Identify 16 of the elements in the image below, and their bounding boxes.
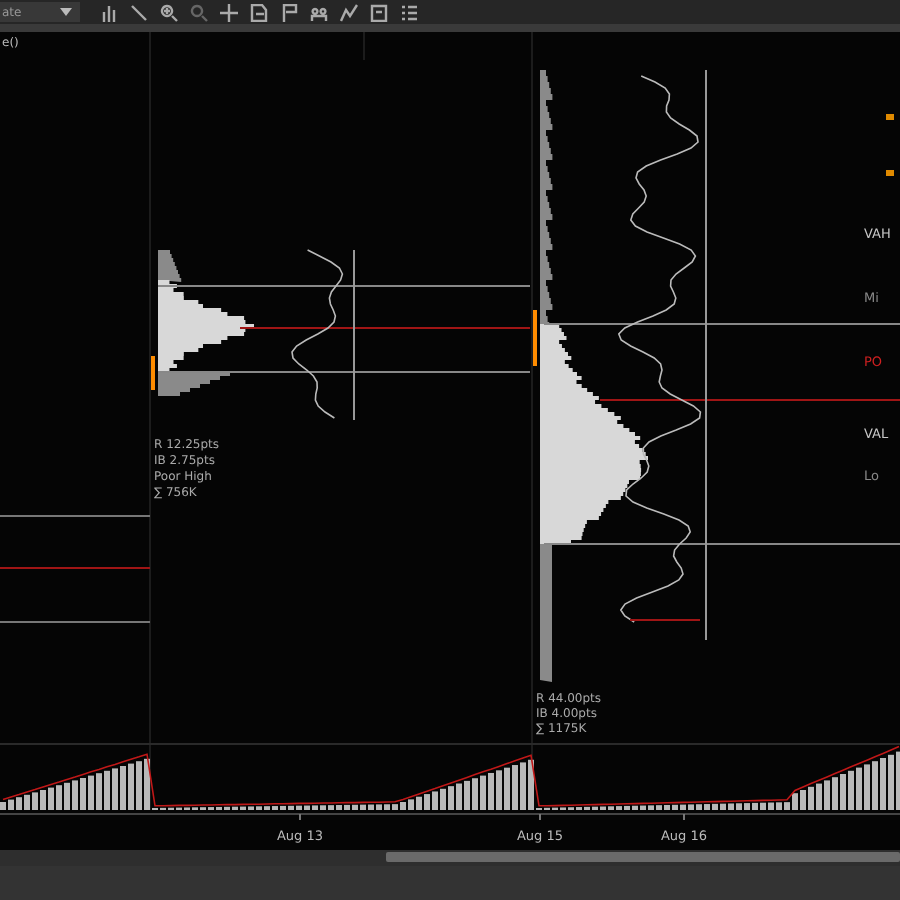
- flag-icon[interactable]: [280, 3, 298, 21]
- document-icon[interactable]: [250, 3, 268, 21]
- zoom-out-icon[interactable]: [190, 3, 208, 21]
- range-marker: [533, 310, 537, 366]
- scrollbar-thumb[interactable]: [386, 852, 900, 862]
- crosshair-icon[interactable]: [220, 3, 238, 21]
- list-icon[interactable]: [400, 3, 418, 21]
- marker-icon: [886, 170, 894, 176]
- range-marker: [151, 356, 155, 390]
- zoom-in-icon[interactable]: [160, 3, 178, 21]
- marker-icon: [886, 114, 894, 120]
- pencil-icon[interactable]: [130, 3, 148, 21]
- people-icon[interactable]: [310, 3, 328, 21]
- chevron-icon: [60, 8, 72, 16]
- line-chart-icon[interactable]: [340, 3, 358, 21]
- bar-chart-icon[interactable]: [100, 3, 118, 21]
